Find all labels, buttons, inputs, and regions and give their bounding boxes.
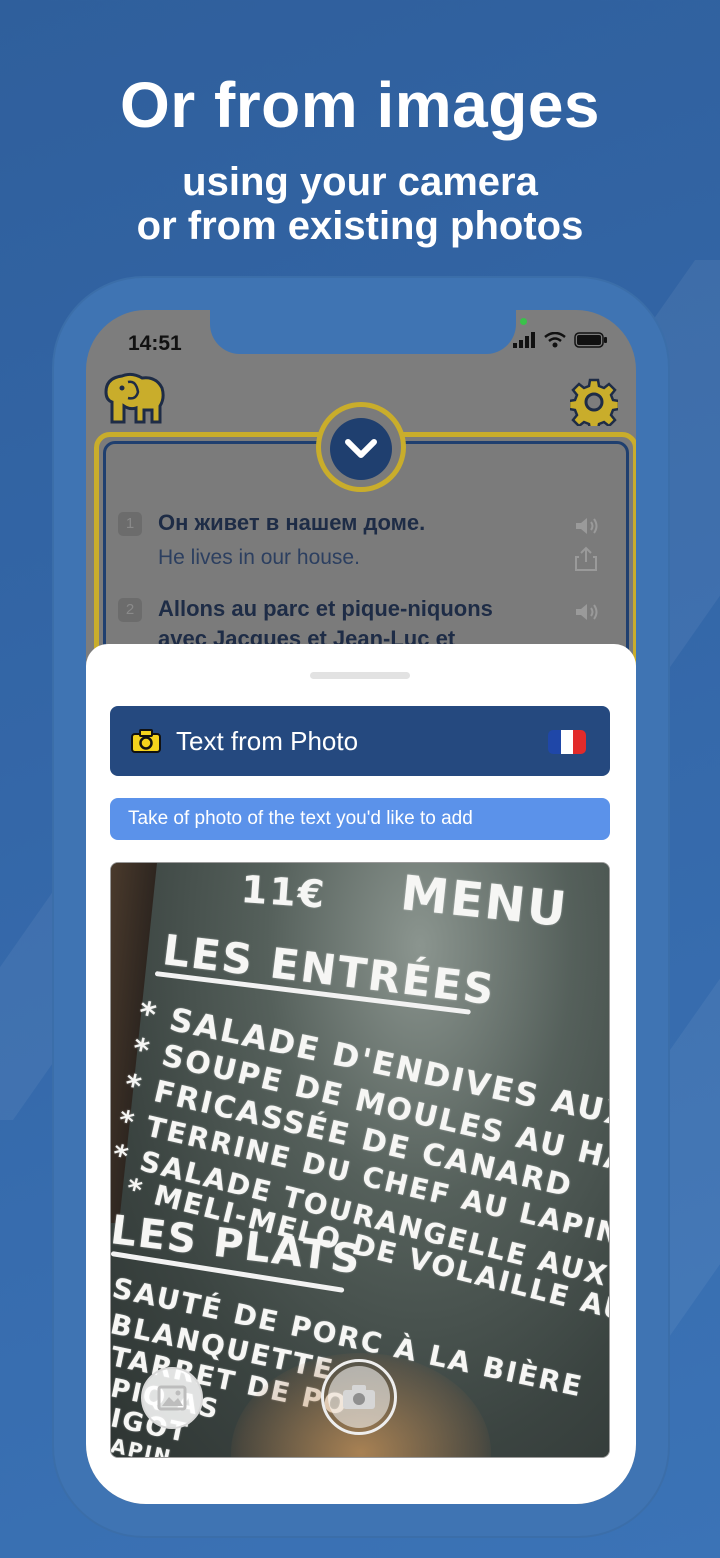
camera-icon	[343, 1385, 375, 1409]
source-sentence: Allons au parc et pique-niquons	[158, 596, 493, 621]
text-from-photo-header: Text from Photo	[110, 706, 610, 776]
flag-stripe-blue	[548, 730, 561, 754]
target-sentence: He lives in our house.	[158, 546, 360, 569]
speaker-icon[interactable]	[574, 516, 600, 536]
speaker-icon[interactable]	[574, 602, 600, 622]
promo-subtitle-line-1: using your camera	[182, 160, 538, 204]
photo-bottom-sheet: Text from Photo Take of photo of the tex…	[86, 644, 636, 1504]
french-flag-icon[interactable]	[548, 730, 586, 754]
row-number: 1	[118, 512, 142, 536]
flag-stripe-red	[573, 730, 586, 754]
shutter-icon[interactable]	[321, 1359, 397, 1435]
sheet-grabber[interactable]	[310, 672, 410, 679]
flag-stripe-white	[560, 730, 574, 754]
status-icons	[512, 332, 608, 348]
row-number: 2	[118, 598, 142, 622]
sheet-title: Text from Photo	[176, 726, 359, 756]
menu-price: 11€	[239, 867, 328, 917]
instruction-hint: Take of photo of the text you'd like to …	[110, 798, 610, 840]
elephant-icon[interactable]	[102, 372, 166, 429]
status-time: 14:51	[128, 332, 182, 355]
camera-indicator-dot	[520, 318, 527, 325]
wifi-icon	[544, 332, 566, 348]
share-icon[interactable]	[574, 546, 598, 572]
battery-icon	[574, 332, 607, 348]
gear-icon[interactable]	[567, 378, 621, 432]
promo-headline: Or from images	[119, 69, 601, 141]
chevron-down-icon[interactable]	[330, 418, 392, 480]
source-sentence: Он живет в нашем доме.	[158, 510, 426, 535]
promo-subtitle-line-2: or from existing photos	[136, 204, 584, 248]
camera-viewfinder[interactable]: 11€ MENU LES ENTRÉES * SALADE D'ENDIVES …	[110, 862, 610, 1458]
translation-row[interactable]: 1 Он живет в нашем доме. He lives in our…	[118, 510, 598, 580]
phone-notch	[210, 310, 516, 354]
camera-icon	[131, 729, 161, 753]
signal-icon	[513, 332, 535, 348]
gallery-icon[interactable]	[141, 1367, 203, 1429]
shutter-inner	[328, 1366, 390, 1428]
phone-screen: 14:51 1 Он живет в нашем доме. He lives …	[86, 310, 636, 1504]
